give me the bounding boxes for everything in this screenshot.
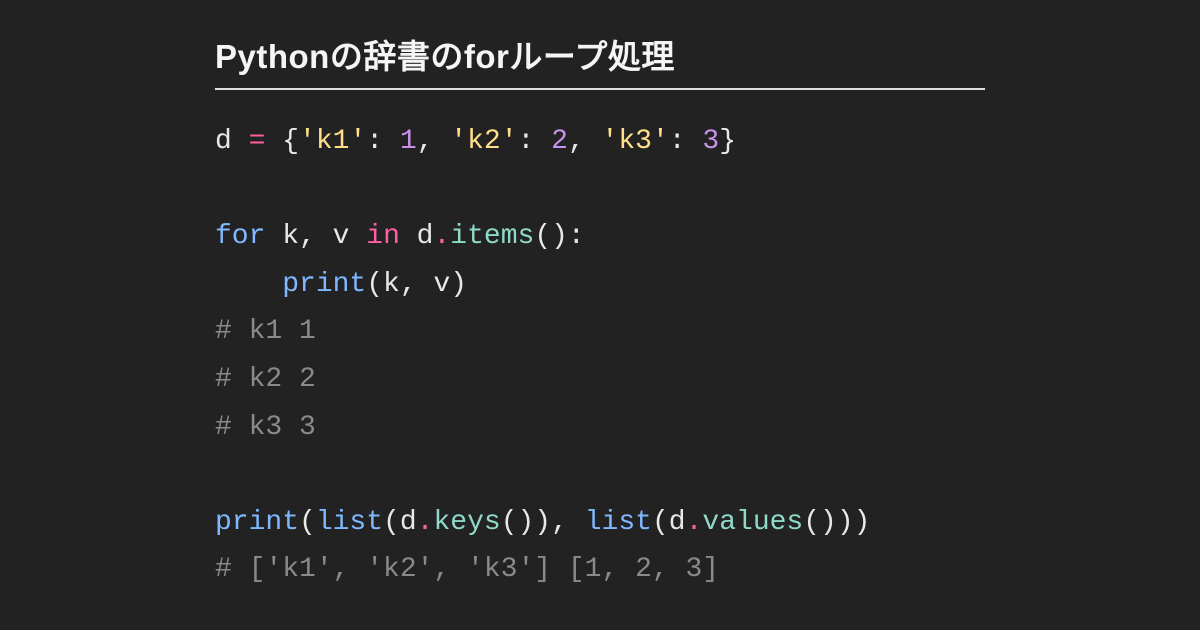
code-token-kw: print [215,507,299,538]
code-token-punc: , [400,269,417,300]
code-token-name [265,126,282,157]
code-token-func: keys [433,507,500,538]
code-token-op: . [686,507,703,538]
code-token-name [215,269,282,300]
code-token-num: 3 [702,126,719,157]
code-token-name: k [265,221,299,252]
code-token-kw: list [316,507,383,538]
code-token-punc: : [518,126,552,157]
code-token-name [568,507,585,538]
code-token-name: d [400,221,434,252]
code-token-op: = [249,126,266,157]
code-token-op: . [433,221,450,252]
code-token-comm: # k1 1 [215,316,316,347]
code-token-punc: ) [450,269,467,300]
code-token-punc: { [282,126,299,157]
code-token-str: 'k3' [602,126,669,157]
code-token-punc: (): [534,221,584,252]
code-token-kw: list [585,507,652,538]
code-block: d = {'k1': 1, 'k2': 2, 'k3': 3} for k, v… [215,118,985,594]
code-token-num: 2 [551,126,568,157]
code-token-str: 'k2' [450,126,517,157]
code-token-func: items [450,221,534,252]
code-token-name: v [316,221,366,252]
code-token-comm: # k3 3 [215,412,316,443]
code-token-punc: , [299,221,316,252]
code-token-kw: for [215,221,265,252]
code-token-punc: ( [299,507,316,538]
code-token-kw: print [282,269,366,300]
code-token-punc: : [669,126,703,157]
code-token-num: 1 [400,126,417,157]
code-token-punc: , [568,126,602,157]
code-token-func: values [702,507,803,538]
code-token-name: k [383,269,400,300]
page-title: Pythonの辞書のforループ処理 [215,30,985,90]
code-token-name: d [215,126,249,157]
code-token-punc: } [719,126,736,157]
code-token-name: v [417,269,451,300]
code-token-punc: ( [652,507,669,538]
code-token-punc: , [417,126,451,157]
code-token-punc: , [551,507,568,538]
code-token-name: d [669,507,686,538]
code-token-comm: # k2 2 [215,364,316,395]
code-token-op: . [417,507,434,538]
code-token-punc: ())) [803,507,870,538]
code-token-punc: : [366,126,400,157]
document-container: Pythonの辞書のforループ処理 d = {'k1': 1, 'k2': 2… [0,0,1200,594]
code-token-comm: # ['k1', 'k2', 'k3'] [1, 2, 3] [215,554,719,585]
code-token-punc: ( [366,269,383,300]
code-token-op: in [366,221,400,252]
code-token-str: 'k1' [299,126,366,157]
code-token-punc: ( [383,507,400,538]
code-token-name: d [400,507,417,538]
code-token-punc: ()) [501,507,551,538]
